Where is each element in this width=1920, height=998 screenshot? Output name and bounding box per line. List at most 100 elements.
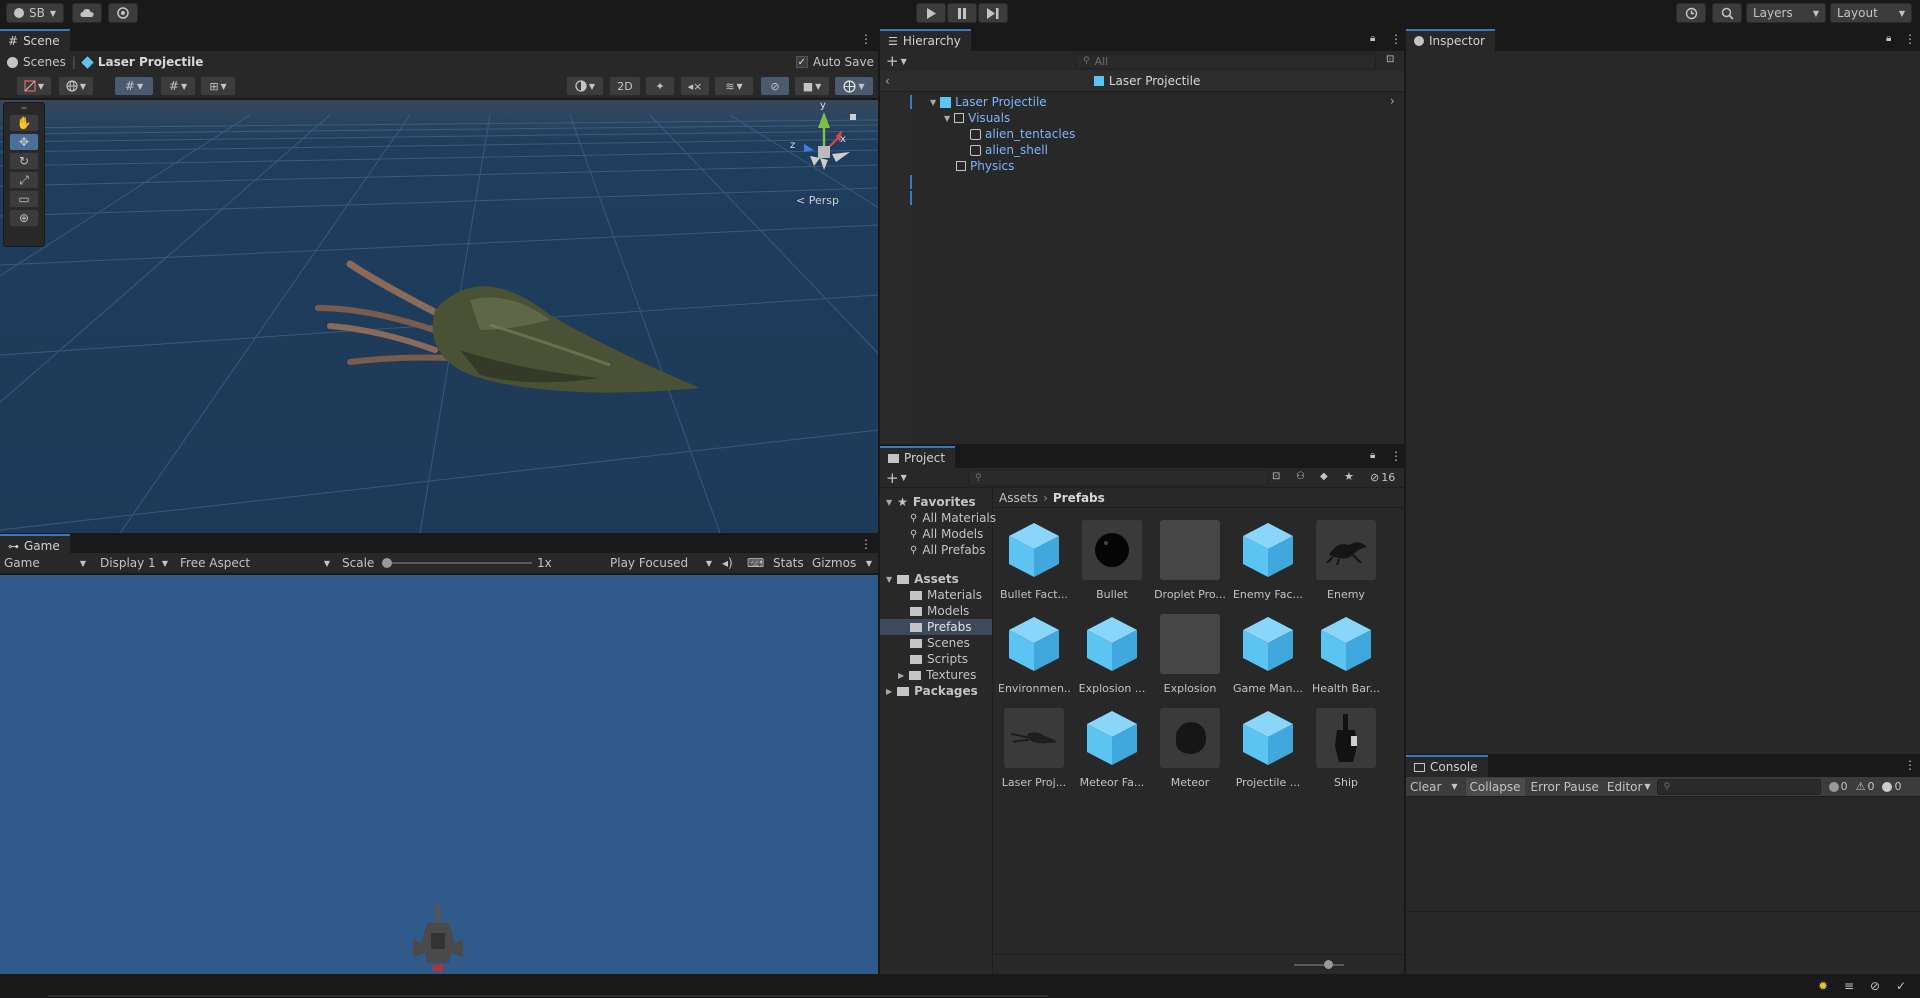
back-arrow-icon[interactable]: ‹ xyxy=(885,74,890,88)
palette-drag-handle[interactable]: ═ xyxy=(4,103,44,113)
gizmos-dropdown[interactable]: ▼ xyxy=(834,76,874,96)
asset-item[interactable]: Projectile ... xyxy=(1232,708,1304,789)
hidden-objects-toggle[interactable]: ⊘ xyxy=(760,76,790,96)
project-search-input[interactable]: ⚲ xyxy=(968,470,1268,486)
tree-item-visuals[interactable]: ▼ Visuals xyxy=(944,110,1010,126)
gizmo-lock-icon[interactable] xyxy=(850,114,856,120)
account-dropdown[interactable]: SB ▼ xyxy=(6,3,64,23)
tree-item-laser-projectile[interactable]: ▼ Laser Projectile xyxy=(930,94,1047,110)
tree-folder-textures[interactable]: ▶ Textures xyxy=(898,667,976,683)
asset-item[interactable]: Enemy Fac... xyxy=(1232,520,1304,601)
aspect-dropdown[interactable]: Free Aspect ▼ xyxy=(176,553,334,573)
asset-item[interactable]: Health Bar... xyxy=(1310,614,1382,695)
tree-item-physics[interactable]: Physics xyxy=(956,158,1014,174)
more-menu-icon[interactable]: ⋮ xyxy=(860,32,872,46)
debug-mode-icon[interactable]: ⊘ xyxy=(1870,979,1880,993)
tree-assets[interactable]: ▼ Assets xyxy=(886,571,959,587)
lighting-toggle[interactable]: ✦ xyxy=(645,76,675,96)
layout-dropdown[interactable]: Layout ▼ xyxy=(1830,3,1912,23)
tab-project[interactable]: Project xyxy=(880,446,956,468)
game-mode-dropdown[interactable]: Game ▼ xyxy=(0,553,90,573)
keyboard-icon[interactable]: ⌨ xyxy=(747,556,764,570)
tab-hierarchy[interactable]: ☰ Hierarchy xyxy=(880,29,971,51)
more-menu-icon[interactable]: ⋮ xyxy=(1904,32,1916,46)
tree-folder-materials[interactable]: Materials xyxy=(910,587,982,603)
asset-item[interactable]: Environmen... xyxy=(998,614,1070,695)
console-log-area[interactable] xyxy=(1406,797,1920,912)
more-menu-icon[interactable]: ⋮ xyxy=(1390,449,1402,463)
camera-dropdown[interactable]: ■ ▼ xyxy=(794,76,830,96)
tree-fav-all-materials[interactable]: ⚲ All Materials xyxy=(910,510,996,526)
chevron-down-icon[interactable]: ▼ xyxy=(901,473,907,482)
label-filter-icon[interactable]: ◆ xyxy=(1320,471,1328,482)
warning-count-toggle[interactable]: ⚠ 0 xyxy=(1856,780,1875,793)
tree-folder-scripts[interactable]: Scripts xyxy=(910,651,968,667)
expand-arrow-icon[interactable]: ▼ xyxy=(886,498,892,507)
asset-item[interactable]: Meteor xyxy=(1154,708,1226,789)
hand-tool-button[interactable]: ✋ xyxy=(9,114,39,132)
asset-item[interactable]: Droplet Pro... xyxy=(1154,520,1226,601)
layers-dropdown[interactable]: Layers ▼ xyxy=(1746,3,1826,23)
tree-folder-prefabs[interactable]: Prefabs xyxy=(910,619,972,635)
rotate-tool-button[interactable]: ↻ xyxy=(9,152,39,170)
grid-visibility-dropdown[interactable]: # ▼ xyxy=(160,76,196,96)
cache-server-icon[interactable]: ≡ xyxy=(1844,979,1854,993)
auto-save-checkbox[interactable]: ✓ xyxy=(795,56,808,68)
rect-tool-button[interactable]: ▭ xyxy=(9,190,39,208)
tree-folder-models[interactable]: Models xyxy=(910,603,969,619)
step-button[interactable] xyxy=(978,3,1008,23)
type-filter-icon[interactable]: ⚇ xyxy=(1296,471,1305,482)
asset-item[interactable]: Explosion xyxy=(1154,614,1226,695)
tree-favorites[interactable]: ▼ ★ Favorites xyxy=(886,494,976,510)
tree-fav-all-prefabs[interactable]: ⚲ All Prefabs xyxy=(910,542,986,558)
expand-arrow-icon[interactable]: ▼ xyxy=(930,98,936,107)
lock-icon[interactable]: 🔒︎ xyxy=(1886,33,1891,44)
cloud-button[interactable] xyxy=(72,3,102,23)
snap-grid-dropdown[interactable]: # ▼ xyxy=(114,76,154,96)
more-menu-icon[interactable]: ⋮ xyxy=(860,537,872,551)
shading-dropdown[interactable]: ▼ xyxy=(566,76,604,96)
more-menu-icon[interactable]: ⋮ xyxy=(1390,32,1402,46)
asset-item[interactable]: Explosion ... xyxy=(1076,614,1148,695)
expand-arrow-icon[interactable]: ▼ xyxy=(944,114,950,123)
game-viewport[interactable] xyxy=(0,575,878,974)
expand-arrow-icon[interactable]: ▶ xyxy=(886,687,892,696)
info-count-toggle[interactable]: 0 xyxy=(1828,780,1848,793)
asset-item[interactable]: Bullet xyxy=(1076,520,1148,601)
history-button[interactable] xyxy=(1676,3,1706,23)
breadcrumb-scenes[interactable]: Scenes xyxy=(23,55,66,69)
expand-arrow-icon[interactable]: ▼ xyxy=(886,575,892,584)
stats-button[interactable]: Stats xyxy=(773,556,804,570)
asset-item[interactable]: Bullet Fact... xyxy=(998,520,1070,601)
error-pause-toggle[interactable]: Error Pause xyxy=(1531,780,1599,794)
breadcrumb-prefabs[interactable]: Prefabs xyxy=(1053,491,1105,505)
expand-arrow-icon[interactable]: ▶ xyxy=(898,671,904,680)
search-options-icon[interactable]: ⊡ xyxy=(1272,471,1280,482)
effects-dropdown[interactable]: ≋ ▼ xyxy=(714,76,754,96)
tab-console[interactable]: Console xyxy=(1406,755,1488,777)
audio-icon[interactable]: ◂) xyxy=(722,556,733,570)
audio-toggle[interactable]: ◂× xyxy=(680,76,710,96)
move-tool-button[interactable]: ✥ xyxy=(9,133,39,151)
tab-inspector[interactable]: Inspector xyxy=(1406,29,1495,51)
laser-projectile-model[interactable] xyxy=(310,260,730,420)
tree-packages[interactable]: ▶ Packages xyxy=(886,683,978,699)
more-menu-icon[interactable]: ⋮ xyxy=(1904,758,1916,772)
error-count-toggle[interactable]: 0 xyxy=(1882,780,1901,793)
tree-item-alien-tentacles[interactable]: alien_tentacles xyxy=(970,126,1075,142)
asset-item[interactable]: Enemy xyxy=(1310,520,1382,601)
scene-viewport[interactable]: ═ ✋ ✥ ↻ ⤢ ▭ ⊕ y z x < Persp xyxy=(0,100,878,533)
clear-button[interactable]: Clear xyxy=(1410,780,1441,794)
console-search-input[interactable]: ⚲ xyxy=(1656,778,1821,795)
toggle-2d-button[interactable]: 2D xyxy=(609,76,641,96)
breadcrumb-laser-projectile[interactable]: Laser Projectile xyxy=(98,55,204,69)
collab-button[interactable] xyxy=(108,3,138,23)
hierarchy-search-input[interactable]: ⚲ All xyxy=(1076,53,1376,69)
tree-item-alien-shell[interactable]: alien_shell xyxy=(970,142,1048,158)
search-options-icon[interactable]: ⊡ xyxy=(1386,54,1394,65)
transform-tool-button[interactable]: ⊕ xyxy=(9,209,39,227)
render-mode-dropdown[interactable]: ▼ xyxy=(58,76,94,96)
open-prefab-arrow-icon[interactable]: › xyxy=(1390,94,1395,108)
asset-item[interactable]: Meteor Fa... xyxy=(1076,708,1148,789)
gizmos-game-dropdown[interactable]: Gizmos ▼ xyxy=(808,553,876,573)
